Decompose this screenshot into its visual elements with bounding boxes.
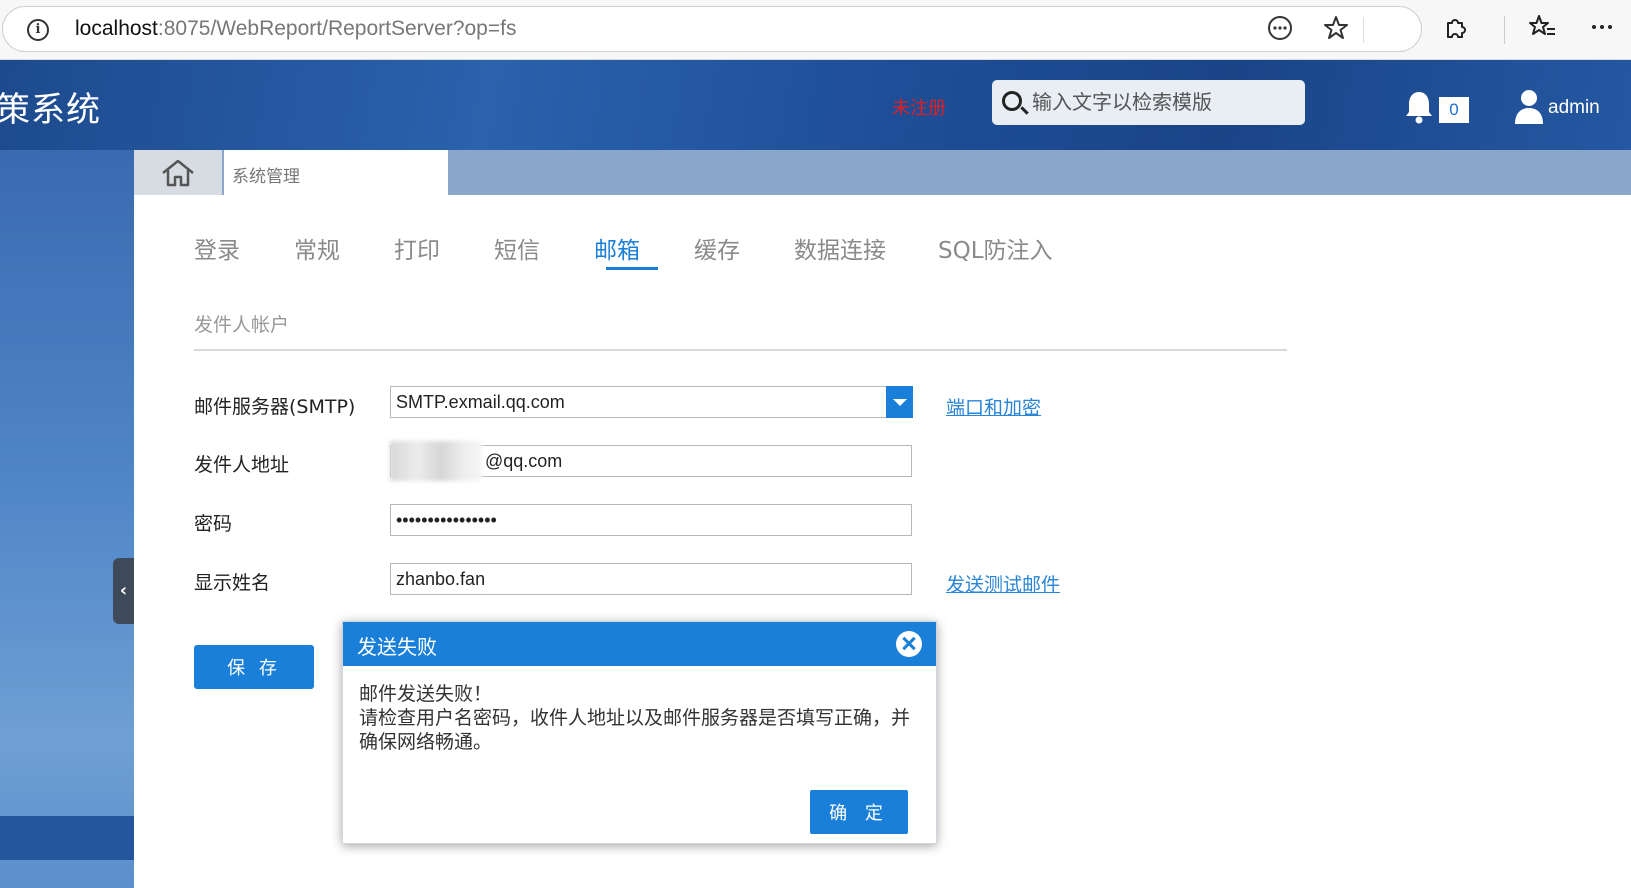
- redacted-mask: [390, 441, 482, 481]
- password-input[interactable]: [390, 504, 912, 536]
- dialog-message-line1: 邮件发送失败！: [359, 683, 493, 705]
- info-icon[interactable]: i: [27, 19, 49, 41]
- tab-home[interactable]: [134, 150, 222, 195]
- address-bar[interactable]: i localhost:8075/WebReport/ReportServer?…: [2, 6, 1422, 52]
- dialog-message-line2: 请检查用户名密码，收件人地址以及邮件服务器是否填写正确，并确保网络畅通。: [359, 707, 911, 753]
- section-title: 发件人帐户: [194, 314, 290, 336]
- tab-sql-injection[interactable]: SQL防注入: [938, 231, 1053, 265]
- search-input[interactable]: [1032, 86, 1296, 118]
- url-text[interactable]: localhost:8075/WebReport/ReportServer?op…: [75, 17, 516, 41]
- url-host: localhost: [75, 17, 158, 40]
- section-divider: [194, 349, 1287, 351]
- dialog-message: 邮件发送失败！ 请检查用户名密码，收件人地址以及邮件服务器是否填写正确，并确保网…: [359, 682, 924, 754]
- collapse-sidebar-icon[interactable]: ‹: [113, 558, 134, 624]
- password-label: 密码: [194, 513, 233, 535]
- sidebar: [0, 150, 134, 888]
- tab-login[interactable]: 登录: [194, 231, 240, 265]
- tab-sms[interactable]: 短信: [494, 231, 540, 265]
- tab-email[interactable]: 邮箱: [594, 231, 640, 265]
- browser-toolbar: i localhost:8075/WebReport/ReportServer?…: [0, 0, 1631, 60]
- url-path: :8075/WebReport/ReportServer?op=fs: [157, 17, 517, 40]
- dialog-header: 发送失败: [343, 622, 936, 666]
- favorites-list-icon[interactable]: [1526, 14, 1558, 46]
- tab-label: 系统管理: [232, 167, 300, 187]
- smtp-select[interactable]: [390, 386, 912, 418]
- browser-menu-icon[interactable]: [1586, 14, 1618, 46]
- tab-system-management[interactable]: 系统管理: [224, 150, 448, 195]
- template-search[interactable]: [992, 80, 1305, 125]
- app-header: 策系统 未注册 0 admin: [0, 60, 1631, 150]
- search-icon: [1002, 91, 1022, 111]
- port-encryption-link[interactable]: 端口和加密: [946, 393, 1041, 420]
- save-button[interactable]: 保 存: [194, 645, 314, 689]
- unregistered-label: 未注册: [892, 98, 946, 119]
- bell-icon[interactable]: [1404, 90, 1434, 124]
- display-name-label: 显示姓名: [194, 572, 271, 594]
- display-name-input[interactable]: [390, 563, 912, 595]
- favorite-star-icon[interactable]: [1321, 15, 1351, 45]
- extensions-icon[interactable]: [1440, 14, 1472, 46]
- tab-general[interactable]: 常规: [294, 231, 340, 265]
- dialog-title: 发送失败: [357, 635, 437, 659]
- notification-count[interactable]: 0: [1439, 97, 1469, 123]
- send-test-mail-link[interactable]: 发送测试邮件: [946, 570, 1060, 597]
- tab-data-connection[interactable]: 数据连接: [794, 231, 886, 265]
- ok-button[interactable]: 确 定: [810, 790, 908, 834]
- active-tab-underline: [606, 267, 658, 270]
- sidebar-footer: [0, 816, 134, 860]
- user-icon[interactable]: [1513, 88, 1545, 124]
- tab-print[interactable]: 打印: [394, 231, 440, 265]
- tab-strip: 系统管理: [134, 150, 1631, 195]
- send-failed-dialog: 发送失败 邮件发送失败！ 请检查用户名密码，收件人地址以及邮件服务器是否填写正确…: [342, 621, 937, 844]
- tab-cache[interactable]: 缓存: [694, 231, 740, 265]
- more-options-icon[interactable]: [1265, 15, 1295, 45]
- sender-address-label: 发件人地址: [194, 454, 290, 476]
- chevron-down-icon[interactable]: [886, 386, 913, 418]
- app-title: 策系统: [0, 90, 101, 130]
- user-name[interactable]: admin: [1548, 97, 1600, 119]
- address-bar-separator: [1363, 17, 1364, 43]
- close-icon[interactable]: [896, 631, 922, 657]
- home-icon: [162, 159, 194, 187]
- smtp-label: 邮件服务器(SMTP): [194, 396, 356, 418]
- toolbar-separator: [1504, 16, 1505, 44]
